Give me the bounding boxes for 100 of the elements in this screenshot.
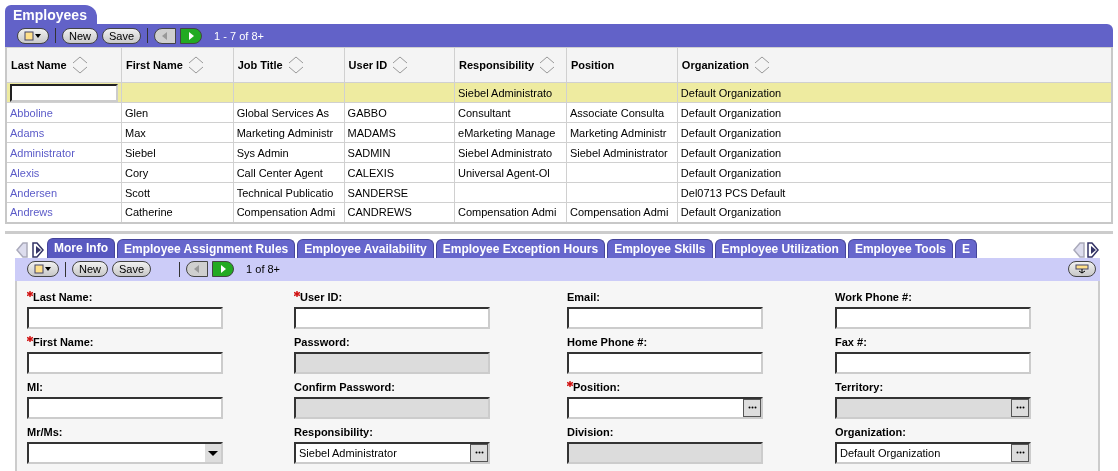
field-label: Position: [567, 380, 835, 395]
input-field[interactable] [567, 441, 763, 464]
required-icon [27, 290, 33, 297]
ellipsis-button[interactable] [743, 398, 761, 417]
layout-icon [1075, 264, 1089, 274]
table-cell: Default Organization [680, 86, 782, 99]
input-field[interactable] [27, 306, 223, 329]
table-cell: Associate Consulta [569, 106, 665, 119]
ellipsis-button[interactable] [470, 443, 488, 462]
input-field[interactable] [27, 396, 223, 419]
ellipsis-icon [747, 406, 757, 409]
input-field[interactable]: Default Organization [835, 441, 1031, 464]
ellipsis-button[interactable] [1011, 443, 1029, 462]
table-cell: Compensation Admi [569, 206, 669, 219]
table-cell: GABBO [347, 106, 387, 119]
field-label: User ID: [294, 290, 567, 305]
table-cell: Marketing Administr [236, 126, 334, 139]
table-cell: Call Center Agent [236, 166, 323, 179]
table-cell: Default Organization [680, 126, 782, 139]
field-label: Confirm Password: [294, 380, 396, 395]
table-cell: Default Organization [680, 106, 782, 119]
input-field[interactable] [10, 83, 118, 102]
table-cell: Compensation Admi [236, 206, 336, 219]
tab[interactable]: Employee Tools [847, 238, 954, 258]
table-cell: Consultant [458, 106, 511, 119]
next-button[interactable] [212, 261, 235, 277]
field-label: Organization: [835, 425, 907, 440]
record-count: 1 of 8+ [246, 263, 281, 275]
column-header: Job Title [237, 59, 283, 71]
column-header: Responsibility [459, 59, 535, 71]
required-icon [27, 335, 33, 342]
input-field[interactable] [294, 396, 490, 419]
input-field[interactable]: Siebel Administrator [294, 441, 490, 464]
table-cell: eMarketing Manage [458, 126, 556, 139]
scroll-right-icon[interactable] [31, 241, 45, 258]
table-cell: Siebel Administrator [569, 146, 668, 159]
table-cell: Default Organization [680, 206, 782, 219]
table-cell: Universal Agent-Ol [458, 166, 550, 179]
table-cell: Global Services As [236, 106, 329, 119]
input-field[interactable] [835, 306, 1031, 329]
field-label: Email: [567, 290, 601, 305]
table-cell: Siebel Administrato [458, 146, 553, 159]
record-link[interactable]: Alexis [10, 166, 40, 179]
caret-icon[interactable] [205, 443, 221, 462]
input-field[interactable] [567, 306, 763, 329]
scroll-right-icon[interactable] [1086, 241, 1100, 258]
required-icon [294, 290, 300, 297]
table-cell: Catherine [125, 206, 173, 219]
applet-title: Employees [5, 5, 97, 24]
column-header: First Name [126, 59, 183, 71]
table-cell: CALEXIS [347, 166, 395, 179]
tab[interactable]: More Info [47, 237, 115, 258]
toolbar-button[interactable]: New [72, 261, 108, 277]
tab[interactable]: Employee Exception Hours [435, 238, 606, 258]
field-label: MI: [27, 380, 44, 395]
table-cell: Technical Publicatio [236, 186, 334, 199]
input-field[interactable] [294, 306, 490, 329]
tab[interactable]: Employee Skills [607, 238, 713, 258]
table-cell: Del0713 PCS Default [680, 186, 786, 199]
tab[interactable]: Employee Utilization [714, 238, 846, 258]
column-header: Position [570, 59, 615, 71]
table-cell: Siebel [125, 146, 156, 159]
table-cell: Marketing Administr [569, 126, 667, 139]
input-field[interactable] [294, 351, 490, 374]
field-label: First Name: [27, 335, 294, 350]
tab[interactable]: Employee Availability [297, 238, 434, 258]
field-label: Home Phone #: [567, 335, 649, 350]
toolbar-button[interactable]: New [62, 27, 98, 44]
input-field[interactable] [567, 351, 763, 374]
input-field[interactable] [835, 396, 1031, 419]
table-cell: Cory [125, 166, 149, 179]
next-button[interactable] [180, 27, 203, 44]
record-link[interactable]: Adams [10, 126, 45, 139]
toolbar-button[interactable]: Save [102, 27, 142, 44]
ellipsis-button[interactable] [1011, 398, 1029, 417]
layout-button[interactable] [1068, 261, 1096, 277]
column-header: User ID [348, 59, 388, 71]
menu-button[interactable] [17, 27, 49, 44]
dropdown-field[interactable] [27, 441, 223, 464]
tab[interactable]: Employee Assignment Rules [117, 238, 296, 258]
menu-button[interactable] [27, 261, 59, 277]
input-field[interactable] [835, 351, 1031, 374]
table-cell: Max [125, 126, 146, 139]
table-cell: Default Organization [680, 166, 782, 179]
toolbar-button[interactable]: Save [112, 261, 152, 277]
column-header: Organization [681, 59, 750, 71]
field-label: Responsibility: [294, 425, 374, 440]
table-cell: Compensation Admi [458, 206, 557, 219]
table-cell: SANDERSE [347, 186, 409, 199]
required-icon [567, 380, 573, 387]
tab[interactable]: E [955, 238, 978, 258]
field-label: Last Name: [27, 290, 294, 305]
field-label: Mr/Ms: [27, 425, 64, 440]
table-cell: Glen [125, 106, 149, 119]
input-field[interactable] [27, 351, 223, 374]
input-field[interactable] [567, 396, 763, 419]
table-cell: Sys Admin [236, 146, 289, 159]
table-cell: CANDREWS [347, 206, 412, 219]
field-label: Fax #: [835, 335, 868, 350]
ellipsis-icon [1015, 406, 1025, 409]
